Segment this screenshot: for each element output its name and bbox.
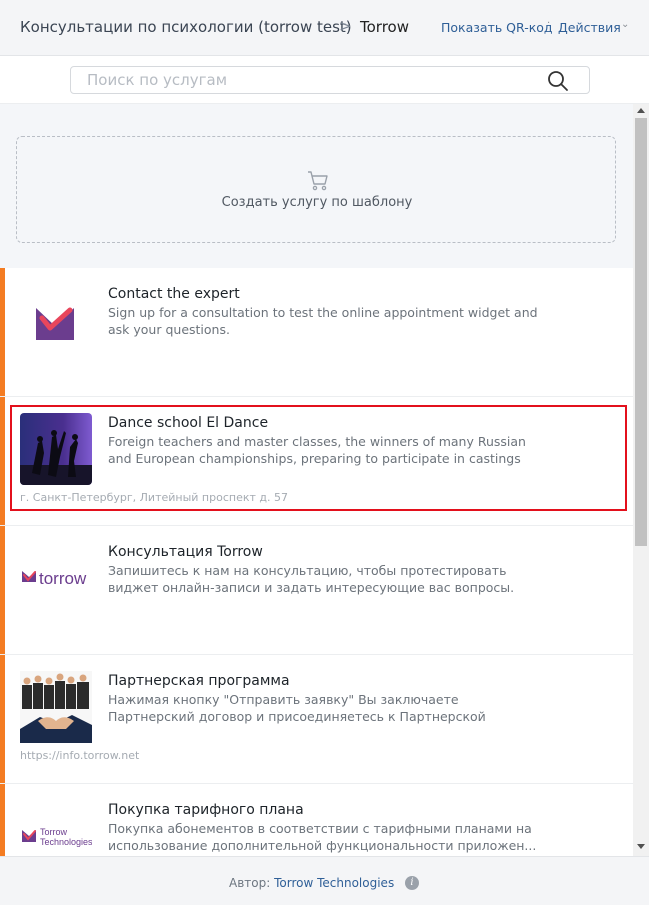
service-title: Dance school El Dance (108, 415, 269, 431)
chevron-down-icon[interactable]: ⌄ (621, 19, 629, 30)
search-icon[interactable] (547, 70, 569, 92)
search-input[interactable] (70, 66, 590, 94)
service-description: Нажимая кнопку "Отправить заявку" Вы зак… (108, 692, 486, 724)
create-from-template-button[interactable]: Создать услугу по шаблону (16, 136, 616, 243)
services-content: Создать услугу по шаблону Contact the ex… (0, 104, 633, 856)
service-title: Contact the expert (108, 286, 240, 302)
logo-text-torrow: Torrow (40, 827, 68, 837)
service-title: Консультация Torrow (108, 544, 263, 560)
accent-bar (0, 784, 5, 856)
dance-photo (20, 413, 92, 485)
vertical-scrollbar[interactable] (633, 104, 649, 856)
torrow-wordmark-logo: torrow (20, 542, 92, 614)
actions-dropdown[interactable]: Действия (558, 20, 621, 35)
service-description: Foreign teachers and master classes, the… (108, 434, 526, 466)
top-header: Консультации по психологии (torrow test)… (0, 0, 649, 56)
torrow-technologies-logo: Torrow Technologies (20, 800, 92, 856)
footer: Автор: Torrow Technologies i (0, 856, 649, 905)
accent-bar (0, 655, 5, 783)
service-description: Запишитесь к нам на консультацию, чтобы … (108, 563, 515, 595)
author-info: Автор: Torrow Technologies (229, 876, 394, 890)
logo-text-technologies: Technologies (40, 837, 92, 847)
service-title: Партнерская программа (108, 673, 290, 689)
breadcrumb-separator: > (339, 17, 352, 35)
author-link[interactable]: Torrow Technologies (274, 876, 394, 890)
show-qr-link[interactable]: Показать QR-код (441, 20, 553, 35)
service-torrow-consultation[interactable]: torrow Консультация Torrow Запишитесь к … (0, 526, 633, 655)
author-label: Автор: (229, 876, 271, 890)
create-from-template-label: Создать услугу по шаблону (221, 195, 413, 210)
accent-bar (0, 268, 5, 396)
scroll-down-arrow[interactable] (637, 844, 645, 849)
service-address: г. Санкт-Петербург, Литейный проспект д.… (20, 491, 288, 504)
cart-icon (308, 171, 328, 191)
service-url[interactable]: https://info.torrow.net (20, 749, 139, 762)
service-description: Sign up for a consultation to test the o… (108, 305, 538, 337)
service-tariff-plan[interactable]: Torrow Technologies Покупка тарифного пл… (0, 784, 633, 856)
scroll-up-arrow[interactable] (637, 108, 645, 113)
service-description: Покупка абонементов в соответствии с тар… (108, 821, 537, 853)
breadcrumb-parent[interactable]: Консультации по психологии (torrow test) (20, 18, 352, 36)
accent-bar (0, 526, 5, 654)
scrollbar-thumb[interactable] (635, 118, 647, 546)
handshake-photo (20, 671, 92, 743)
service-title: Покупка тарифного плана (108, 802, 304, 818)
services-list: Contact the expert Sign up for a consult… (0, 268, 633, 856)
service-contact-expert[interactable]: Contact the expert Sign up for a consult… (0, 268, 633, 397)
search-bar (0, 56, 649, 104)
torrow-logo-text: torrow (39, 569, 87, 588)
header-dot-separator: · (547, 18, 551, 29)
service-partner-program[interactable]: Партнерская программа Нажимая кнопку "От… (0, 655, 633, 784)
breadcrumb-current: Torrow (360, 18, 409, 36)
info-icon[interactable]: i (405, 876, 419, 890)
torrow-logo-icon (20, 284, 92, 356)
accent-bar (0, 397, 5, 525)
service-dance-school[interactable]: Dance school El Dance Foreign teachers a… (0, 397, 633, 526)
